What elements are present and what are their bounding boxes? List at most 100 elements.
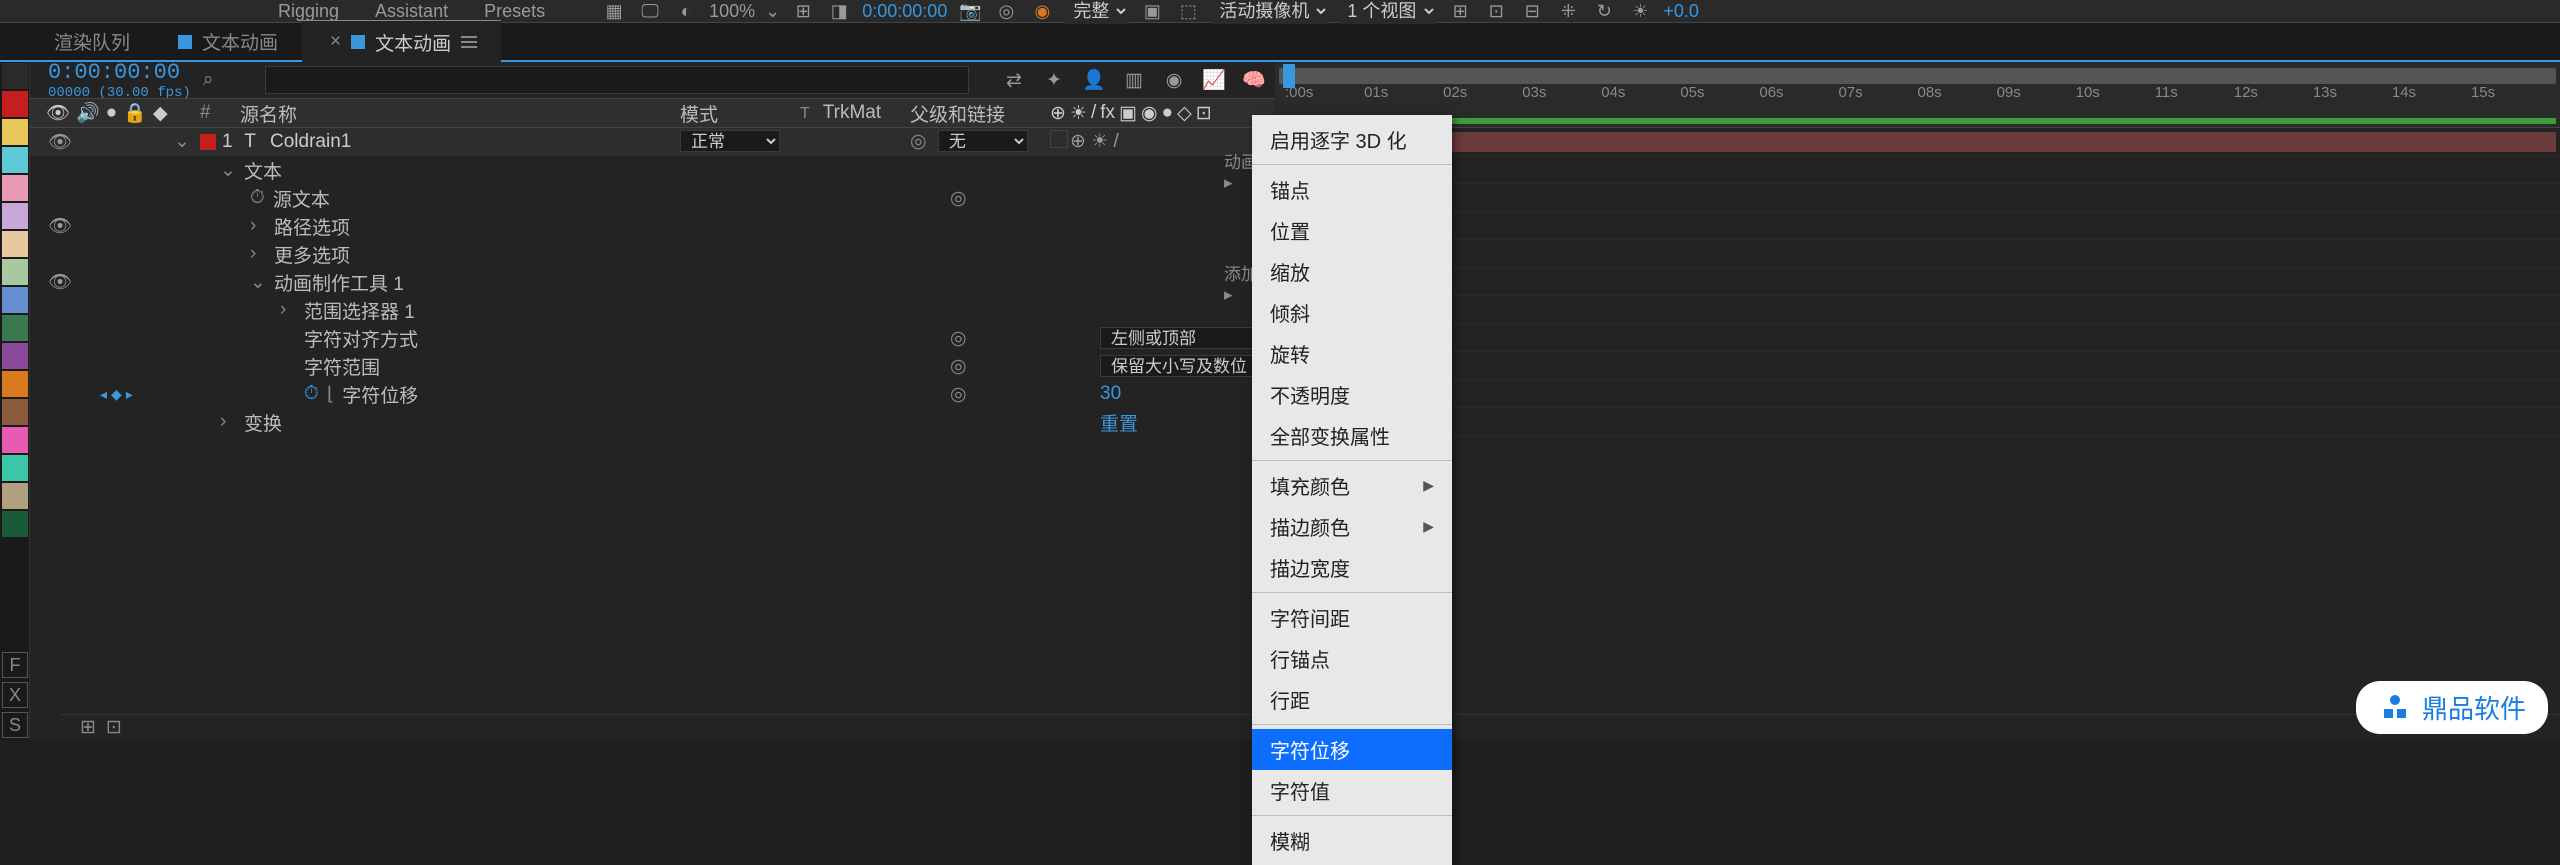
monitor-icon[interactable]: 🖵 [637, 0, 663, 24]
expression-enable-icon[interactable]: ⌊ [327, 383, 334, 406]
refresh-icon[interactable]: ↻ [1591, 0, 1617, 24]
frame-blend-icon[interactable]: ▥ [1121, 67, 1147, 93]
layer-bars-area[interactable] [1275, 128, 2560, 740]
ctx-all-transform[interactable]: 全部变换属性 [1252, 415, 1452, 456]
label-lavender[interactable] [2, 203, 28, 229]
playhead[interactable] [1283, 64, 1295, 88]
composition-flow-icon[interactable]: ⇄ [1001, 67, 1027, 93]
char-align-prop[interactable]: 字符对齐方式 ◎ 左侧或顶部 [30, 324, 1275, 352]
ctx-blur[interactable]: 模糊 [1252, 820, 1452, 861]
region-icon[interactable]: ◎ [993, 0, 1019, 24]
label-fuchsia[interactable] [2, 427, 28, 453]
twisty-icon[interactable]: › [280, 299, 304, 321]
label-red[interactable] [2, 91, 28, 117]
mini-timecode[interactable]: 0:00:00:00 [862, 1, 947, 22]
prev-kf-icon[interactable]: ◂ [100, 386, 107, 403]
label-pink[interactable] [2, 175, 28, 201]
kf-diamond-icon[interactable]: ◆ [111, 386, 122, 403]
view-icon[interactable]: ▣ [1139, 0, 1165, 24]
source-text-prop[interactable]: ⏱ 源文本 ◎ [30, 184, 1275, 212]
more-options-group[interactable]: › 更多选项 [30, 240, 1275, 268]
toggle-modes-icon[interactable]: ⊡ [106, 716, 122, 739]
panel-menu-icon[interactable] [461, 36, 477, 48]
pickwhip-icon[interactable]: ◎ [910, 131, 927, 152]
toggle-s[interactable]: S [2, 712, 28, 738]
layer-twisty-icon[interactable]: ⌄ [174, 130, 190, 153]
switch-shy[interactable] [1050, 130, 1068, 148]
exposure-value[interactable]: +0.0 [1663, 1, 1699, 22]
blend-mode-dropdown[interactable]: 正常 [680, 130, 780, 152]
label-purple[interactable] [2, 343, 28, 369]
parent-dropdown[interactable]: 无 [938, 130, 1028, 152]
ctx-scale[interactable]: 缩放 [1252, 251, 1452, 292]
ctx-char-value[interactable]: 字符值 [1252, 770, 1452, 811]
layer-1[interactable]: 👁 ⌄ 1 T Coldrain1 正常 ◎ 无 [30, 128, 1275, 156]
toggle-switches-icon[interactable]: ⊞ [80, 716, 96, 739]
label-yellow[interactable] [2, 119, 28, 145]
toggle-f[interactable]: F [2, 652, 28, 678]
channel-icon[interactable]: ◨ [826, 0, 852, 24]
audio-col-icon[interactable]: 🔊 [76, 101, 100, 125]
ctx-char-offset[interactable]: 字符位移 [1252, 729, 1452, 770]
quality-dropdown[interactable]: 完整 [1065, 0, 1129, 24]
source-name-column[interactable]: 源名称 [230, 100, 680, 127]
label-darkgreen[interactable] [2, 511, 28, 537]
ctx-stroke-width[interactable]: 描边宽度 [1252, 547, 1452, 588]
zoom-value[interactable]: 100% [709, 1, 755, 22]
ctx-line-spacing[interactable]: 行距 [1252, 679, 1452, 720]
mask-icon[interactable]: ◐ [673, 0, 699, 24]
work-area-bar[interactable] [1279, 68, 2556, 84]
zoom-chevron-icon[interactable]: ⌄ [765, 1, 780, 22]
char-offset-prop[interactable]: ◂ ◆ ▸ ⏱ ⌊ 字符位移 ◎ 30 [30, 380, 1275, 408]
transform-group[interactable]: › 变换 重置 [30, 408, 1275, 436]
ctx-position[interactable]: 位置 [1252, 210, 1452, 251]
views-dropdown[interactable]: 1 个视图 [1339, 0, 1437, 24]
ctx-stroke-color[interactable]: 描边颜色▶ [1252, 506, 1452, 547]
offset-value[interactable]: 30 [1100, 383, 1121, 405]
grid-icon[interactable]: ▦ [601, 0, 627, 24]
ctx-rotation[interactable]: 旋转 [1252, 333, 1452, 374]
path-options-group[interactable]: 👁 › 路径选项 [30, 212, 1275, 240]
stopwatch-icon[interactable]: ⏱ [250, 187, 265, 209]
label-col-icon[interactable]: ◆ [153, 102, 168, 125]
label-aqua[interactable] [2, 147, 28, 173]
resolution-icon[interactable]: ⊞ [790, 0, 816, 24]
layer-1-bar[interactable] [1279, 132, 2556, 152]
char-align-dropdown[interactable]: 左侧或顶部 [1100, 327, 1270, 349]
pickwhip-icon[interactable]: ◎ [950, 355, 967, 378]
ctx-anchor[interactable]: 锚点 [1252, 169, 1452, 210]
graph-icon[interactable]: 📈 [1201, 67, 1227, 93]
shy-icon[interactable]: 👤 [1081, 67, 1107, 93]
search-input[interactable] [265, 66, 969, 94]
label-orange[interactable] [2, 371, 28, 397]
twisty-icon[interactable]: ⌄ [220, 159, 244, 182]
ctx-line-anchor[interactable]: 行锚点 [1252, 638, 1452, 679]
guides-icon[interactable]: ⊡ [1483, 0, 1509, 24]
lock-col-icon[interactable]: 🔒 [123, 101, 147, 125]
label-brown[interactable] [2, 399, 28, 425]
ctx-tracking[interactable]: 字符间距 [1252, 597, 1452, 638]
stopwatch-icon[interactable]: ⏱ [304, 383, 319, 405]
animator-group[interactable]: 👁 ⌄ 动画制作工具 1 添加: ▸ [30, 268, 1275, 296]
char-range-dropdown[interactable]: 保留大小写及数位 [1100, 355, 1270, 377]
3d-icon[interactable]: ⬚ [1175, 0, 1201, 24]
ctx-fill-color[interactable]: 填充颜色▶ [1252, 465, 1452, 506]
twisty-icon[interactable]: ⌄ [250, 271, 274, 294]
visibility-icon[interactable]: 👁 [48, 130, 72, 154]
label-sandstone[interactable] [2, 483, 28, 509]
next-kf-icon[interactable]: ▸ [126, 386, 133, 403]
char-range-prop[interactable]: 字符范围 ◎ 保留大小写及数位 [30, 352, 1275, 380]
visibility-icon[interactable]: 👁 [48, 214, 72, 238]
layer-label-swatch[interactable] [200, 134, 216, 150]
reset-link[interactable]: 重置 [1100, 409, 1138, 436]
twisty-icon[interactable]: › [220, 411, 244, 433]
exposure-icon[interactable]: ☀ [1627, 0, 1653, 24]
toggle-x[interactable]: X [2, 682, 28, 708]
twisty-icon[interactable]: › [250, 243, 274, 265]
keyframe-nav[interactable]: ◂ ◆ ▸ [100, 386, 133, 403]
color-wheel-icon[interactable]: ◉ [1029, 0, 1055, 24]
pickwhip-icon[interactable]: ◎ [950, 327, 967, 350]
range-selector-group[interactable]: › 范围选择器 1 [30, 296, 1275, 324]
label-peach[interactable] [2, 231, 28, 257]
brain-icon[interactable]: 🧠 [1241, 67, 1267, 93]
